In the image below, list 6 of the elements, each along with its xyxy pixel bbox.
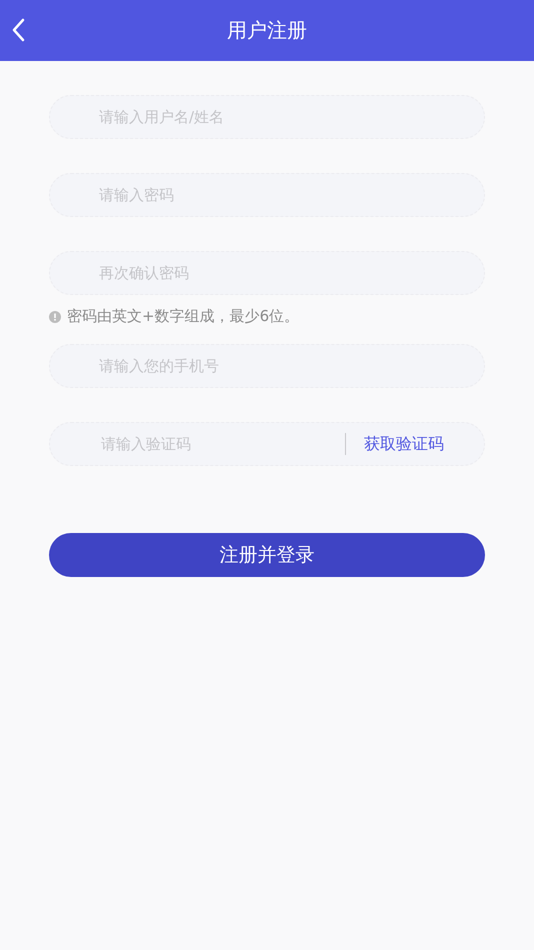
page-title: 用户注册 (227, 17, 307, 44)
password-hint: 密码由英文+数字组成，最少6位。 (67, 307, 300, 326)
get-code-button[interactable]: 获取验证码 (364, 434, 444, 454)
back-icon (11, 18, 25, 42)
register-button[interactable]: 注册并登录 (49, 533, 485, 577)
info-icon (49, 310, 61, 322)
